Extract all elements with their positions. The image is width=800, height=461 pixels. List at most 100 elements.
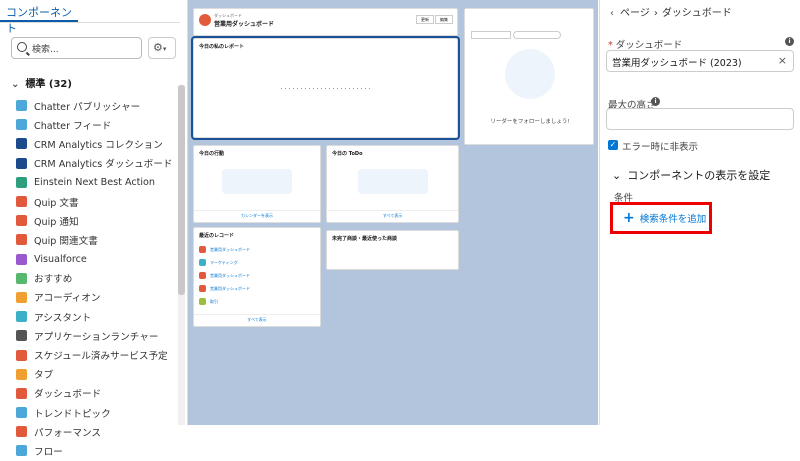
component-label: Einstein Next Best Action (34, 176, 156, 188)
events-title: 今日の行動 (199, 151, 225, 157)
follow-title: リーダーをフォローしましょう! (490, 119, 570, 125)
view-calendar-link[interactable]: カレンダーを表示 (194, 210, 320, 219)
component-item[interactable]: フロー (16, 441, 176, 460)
visibility-section[interactable]: ⌄ コンポーネントの表示を設定 (612, 167, 770, 183)
chevron-down-icon: ⌄ (612, 169, 622, 182)
edit-button[interactable]: 編集 (435, 15, 453, 24)
plus-icon: + (623, 210, 635, 226)
todo-title: 今日の ToDo (332, 151, 363, 157)
breadcrumb: ‹ ページ › ダッシュボード (610, 8, 732, 19)
component-item[interactable]: Chatter パブリッシャー (16, 96, 176, 115)
component-item[interactable]: Chatter フィード (16, 115, 176, 134)
today-todo-card[interactable]: 今日の ToDo すべて表示 (326, 145, 459, 223)
info-icon[interactable]: i (785, 37, 794, 46)
component-item[interactable]: Einstein Next Best Action (16, 173, 176, 192)
component-icon (16, 138, 27, 150)
component-item[interactable]: Visualforce (16, 250, 176, 269)
dashboard-select[interactable]: 営業用ダッシュボード (2023) × (606, 50, 794, 72)
breadcrumb-current: ダッシュボード (661, 8, 732, 19)
record-icon (199, 246, 206, 253)
recent-record-item[interactable]: マーケティング (194, 256, 320, 269)
component-item[interactable]: アプリケーションランチャー (16, 326, 176, 345)
component-icon (16, 215, 27, 227)
refresh-button[interactable]: 更新 (416, 15, 434, 24)
component-item[interactable]: ダッシュボード (16, 384, 176, 403)
component-label: Quip 関連文書 (34, 235, 98, 247)
follow-card[interactable]: リーダーをフォローしましょう! (464, 8, 594, 145)
dashboard-title: 営業用ダッシュボード (214, 21, 275, 28)
component-label: おすすめ (34, 274, 73, 286)
section-standard[interactable]: ⌄ 標準 (32) (11, 75, 72, 90)
component-label: タブ (34, 370, 54, 382)
component-item[interactable]: Quip 通知 (16, 211, 176, 230)
component-label: トレンドトピック (34, 408, 111, 420)
info-icon[interactable]: i (651, 97, 660, 106)
component-label: アプリケーションランチャー (34, 331, 159, 343)
dashboard-header-card[interactable]: ダッシュボード 営業用ダッシュボード 更新 編集 (193, 8, 458, 36)
component-icon (16, 311, 27, 323)
components-panel: コンポーネント 検索... ⚙▾ ⌄ 標準 (32) Chatter パブリッシャ… (0, 0, 188, 458)
hide-on-error-checkbox[interactable]: ✓ (608, 140, 618, 150)
component-label: Quip 通知 (34, 216, 79, 228)
recent-record-item[interactable]: 営業用ダッシュボード (194, 269, 320, 282)
component-icon (16, 253, 27, 265)
properties-panel: ‹ ページ › ダッシュボード * ダッシュボード i 営業用ダッシュボード (202… (599, 0, 800, 425)
breadcrumb-page[interactable]: ページ (620, 8, 650, 19)
component-item[interactable]: スケジュール済みサービス予定 (16, 345, 176, 364)
component-icon (16, 445, 27, 457)
component-label: Quip 文書 (34, 197, 79, 209)
record-label: 取引 (210, 298, 218, 304)
component-icon (16, 291, 27, 303)
page-canvas: ダッシュボード 営業用ダッシュボード 更新 編集 今日の私のレポート ・・・・・… (188, 0, 598, 425)
record-icon (199, 259, 206, 266)
dashboard-field-label: * ダッシュボード (608, 40, 683, 51)
search-placeholder: 検索... (32, 45, 59, 55)
scrollbar-thumb[interactable] (178, 85, 185, 295)
today-events-card[interactable]: 今日の行動 カレンダーを表示 (193, 145, 321, 223)
recent-record-item[interactable]: 営業用ダッシュボード (194, 282, 320, 295)
record-icon (199, 285, 206, 292)
component-item[interactable]: CRM Analytics コレクション (16, 134, 176, 153)
search-input[interactable]: 検索... (11, 37, 142, 59)
component-label: アシスタント (34, 312, 92, 324)
component-icon (16, 157, 27, 169)
record-label: マーケティング (210, 259, 238, 265)
dashboard-component-selected[interactable]: 今日の私のレポート ・・・・・・・・・・・・・・・・・・・・・・・ (191, 36, 460, 140)
component-item[interactable]: パフォーマンス (16, 422, 176, 441)
section-label: 標準 (32) (25, 79, 72, 90)
recent-records-card[interactable]: 最近のレコード 営業用ダッシュボード マーケティング 営業用ダッシュボード 営業用ダッ… (193, 227, 321, 327)
component-item[interactable]: Quip 文書 (16, 192, 176, 211)
scrollbar[interactable] (178, 85, 185, 425)
component-item[interactable]: アシスタント (16, 307, 176, 326)
dashboard-icon (199, 14, 211, 26)
settings-button[interactable]: ⚙▾ (148, 37, 176, 59)
component-item[interactable]: アコーディオン (16, 288, 176, 307)
report-title: 今日の私のレポート (199, 44, 245, 50)
component-label: パフォーマンス (34, 427, 101, 439)
component-icon (16, 407, 27, 419)
component-item[interactable]: おすすめ (16, 269, 176, 288)
component-icon (16, 272, 27, 284)
component-icon (16, 387, 27, 399)
chevron-left-icon[interactable]: ‹ (610, 8, 614, 19)
recent-record-item[interactable]: 取引 (194, 295, 320, 308)
component-item[interactable]: タブ (16, 365, 176, 384)
component-icon (16, 176, 27, 188)
component-item[interactable]: CRM Analytics ダッシュボード (16, 154, 176, 173)
add-condition-button[interactable]: + 検索条件を追加 (610, 202, 712, 234)
component-icon (16, 196, 27, 208)
chevron-down-icon: ⌄ (11, 79, 20, 90)
opportunities-card[interactable]: 未完了商談・最近使った商談 (326, 230, 459, 270)
opportunities-title: 未完了商談・最近使った商談 (332, 236, 398, 242)
view-all-link[interactable]: すべて表示 (327, 210, 458, 219)
component-label: CRM Analytics コレクション (34, 139, 163, 151)
search-icon (17, 42, 27, 52)
max-height-input[interactable] (606, 108, 794, 130)
view-all-link[interactable]: すべて表示 (194, 314, 320, 323)
component-icon (16, 234, 27, 246)
components-tab[interactable]: コンポーネント (0, 0, 78, 35)
clear-icon[interactable]: × (778, 54, 787, 67)
recent-record-item[interactable]: 営業用ダッシュボード (194, 243, 320, 256)
component-item[interactable]: トレンドトピック (16, 403, 176, 422)
component-item[interactable]: Quip 関連文書 (16, 230, 176, 249)
